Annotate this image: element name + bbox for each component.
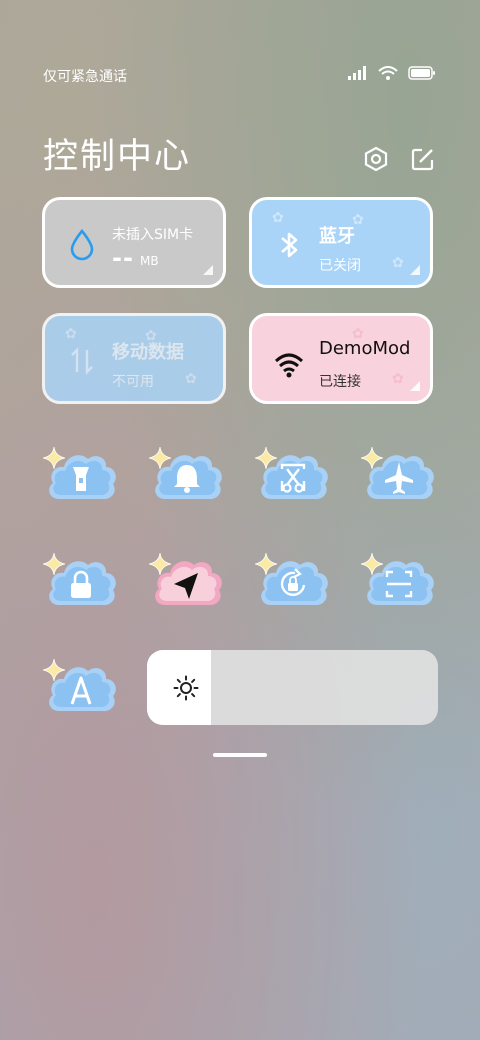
wifi-icon <box>378 66 398 80</box>
kitty-decoration-icon: ✿ <box>392 371 404 387</box>
status-text: 仅可紧急通话 <box>43 69 127 85</box>
sparkle-icon <box>43 447 65 469</box>
expand-corner-icon <box>203 265 213 275</box>
expand-corner-icon <box>410 265 420 275</box>
data-usage-value: -- <box>112 244 134 272</box>
mobile-data-title: 移动数据 <box>112 342 184 363</box>
sparkle-icon <box>255 447 277 469</box>
bluetooth-tile[interactable]: ✿ ✿ ✿ 蓝牙 已关闭 <box>249 197 433 288</box>
sound-toggle-button[interactable] <box>149 447 225 509</box>
wifi-title: DemoMod <box>319 338 411 359</box>
home-indicator[interactable] <box>213 753 267 757</box>
bluetooth-status: 已关闭 <box>319 258 361 274</box>
bluetooth-title: 蓝牙 <box>319 226 355 247</box>
sparkle-icon <box>43 553 65 575</box>
kitty-decoration-icon: ✿ <box>185 371 197 387</box>
edit-icon[interactable] <box>410 146 436 172</box>
sun-icon <box>173 675 199 701</box>
mobile-data-status: 不可用 <box>112 374 154 390</box>
mobile-data-tile[interactable]: ✿ ✿ ✿ 移动数据 不可用 <box>42 313 226 404</box>
sparkle-icon <box>361 553 383 575</box>
bluetooth-icon <box>281 232 298 258</box>
wifi-icon <box>274 353 304 378</box>
scanner-toggle-button[interactable] <box>361 553 437 615</box>
flashlight-toggle-button[interactable] <box>43 447 119 509</box>
sparkle-icon <box>361 447 383 469</box>
sparkle-icon <box>43 659 65 681</box>
lock-screen-toggle-button[interactable] <box>43 553 119 615</box>
kitty-decoration-icon: ✿ <box>65 326 77 342</box>
data-usage-unit: MB <box>140 254 159 268</box>
signal-icon <box>348 66 366 80</box>
water-drop-icon <box>70 228 94 261</box>
battery-icon <box>408 66 435 80</box>
expand-corner-icon <box>410 381 420 391</box>
rotation-lock-toggle-button[interactable] <box>255 553 331 615</box>
wifi-status: 已连接 <box>319 374 361 390</box>
font-toggle-button[interactable] <box>43 659 119 721</box>
airplane-toggle-button[interactable] <box>361 447 437 509</box>
brightness-slider[interactable] <box>147 650 438 725</box>
location-toggle-button[interactable] <box>149 553 225 615</box>
screenshot-toggle-button[interactable] <box>255 447 331 509</box>
kitty-decoration-icon: ✿ <box>392 255 404 271</box>
settings-icon[interactable] <box>363 146 389 172</box>
sparkle-icon <box>149 447 171 469</box>
kitty-decoration-icon: ✿ <box>272 210 284 226</box>
page-title: 控制中心 <box>43 137 192 177</box>
status-icons <box>348 66 436 80</box>
data-usage-title: 未插入SIM卡 <box>112 227 194 243</box>
wifi-tile[interactable]: ✿ ✿ DemoMod 已连接 <box>249 313 433 404</box>
sparkle-icon <box>255 553 277 575</box>
mobile-data-icon <box>71 347 93 375</box>
data-usage-tile[interactable]: 未插入SIM卡 -- MB <box>42 197 226 288</box>
sparkle-icon <box>149 553 171 575</box>
